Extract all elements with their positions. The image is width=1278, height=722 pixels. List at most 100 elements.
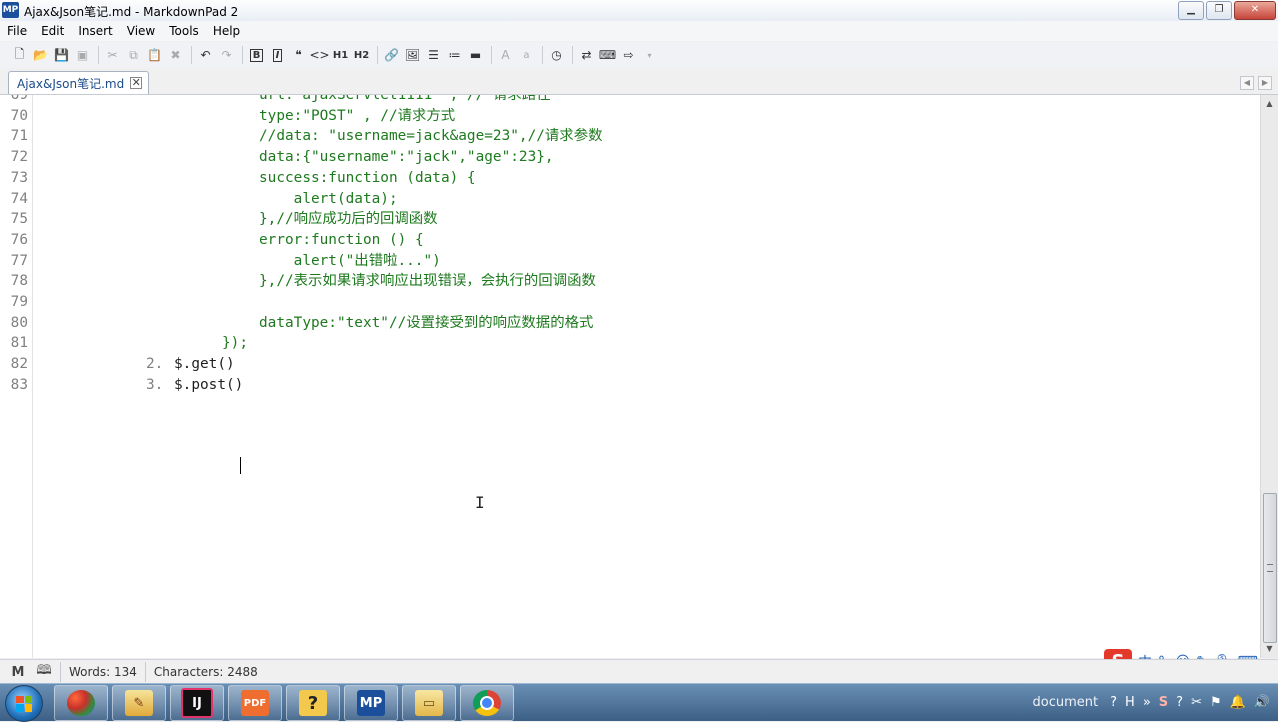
editor-line[interactable]: 79 bbox=[0, 292, 1250, 313]
line-text: },//表示如果请求响应出现错误，会执行的回调函数 bbox=[259, 273, 596, 290]
taskbar-intellij[interactable]: IJ bbox=[170, 685, 224, 721]
numbered-list-icon[interactable]: ≔ bbox=[445, 46, 464, 65]
heading2-button[interactable]: H2 bbox=[352, 46, 371, 65]
cut-icon[interactable]: ✂ bbox=[103, 46, 122, 65]
tools-tray-icon[interactable]: ✂ bbox=[1191, 695, 1202, 710]
undo-icon[interactable]: ↶ bbox=[196, 46, 215, 65]
menu-insert[interactable]: Insert bbox=[71, 24, 119, 38]
bullet-list-icon[interactable]: ☰ bbox=[424, 46, 443, 65]
uppercase-icon[interactable]: A bbox=[496, 46, 515, 65]
list-marker: 2. bbox=[146, 356, 164, 373]
taskbar-help[interactable]: ? bbox=[286, 685, 340, 721]
markdownpad-icon: MP bbox=[357, 690, 385, 716]
link-icon[interactable]: 🔗 bbox=[382, 46, 401, 65]
save-icon[interactable]: 💾 bbox=[52, 46, 71, 65]
line-number: 76 bbox=[10, 231, 28, 248]
code-icon[interactable]: <> bbox=[309, 46, 329, 65]
line-number: 71 bbox=[10, 128, 28, 145]
editor-line[interactable]: 83 3. $.post() bbox=[0, 375, 1250, 396]
editor-line[interactable]: 73 success:function (data) { bbox=[0, 168, 1250, 189]
markdown-mode-icon[interactable]: M bbox=[10, 665, 26, 680]
line-number: 69 bbox=[10, 95, 28, 103]
lowercase-icon[interactable]: a bbox=[517, 46, 536, 65]
bold-icon[interactable]: B bbox=[247, 46, 266, 65]
delete-icon[interactable]: ✖ bbox=[166, 46, 185, 65]
sogou-tray-icon[interactable]: S bbox=[1159, 695, 1168, 710]
tab-scroll-right-icon[interactable]: ▶ bbox=[1258, 76, 1272, 90]
horizontal-rule-icon[interactable]: ▬ bbox=[466, 46, 485, 65]
live-preview-icon[interactable]: ⌨ bbox=[598, 46, 617, 65]
menu-file[interactable]: File bbox=[0, 24, 34, 38]
editor-line[interactable]: 78},//表示如果请求响应出现错误，会执行的回调函数 bbox=[0, 271, 1250, 292]
taskbar-pdf[interactable]: PDF bbox=[228, 685, 282, 721]
minimize-button[interactable]: ▁ bbox=[1178, 1, 1204, 20]
redo-icon[interactable]: ↷ bbox=[217, 46, 236, 65]
status-divider bbox=[144, 662, 146, 682]
image-icon[interactable]: 🖼 bbox=[403, 46, 422, 65]
editor-line[interactable]: 74 alert(data); bbox=[0, 189, 1250, 210]
scroll-up-icon[interactable]: ▲ bbox=[1264, 97, 1275, 111]
explorer-icon: ▭ bbox=[415, 690, 443, 716]
intellij-icon: IJ bbox=[181, 688, 213, 718]
toolbar-divider bbox=[191, 46, 192, 64]
paste-icon[interactable]: 📋 bbox=[145, 46, 164, 65]
taskbar-colorful-app[interactable] bbox=[54, 685, 108, 721]
editor-line[interactable]: 72 data:{"username":"jack","age":23}, bbox=[0, 147, 1250, 168]
ime-tray-label[interactable]: H bbox=[1125, 695, 1135, 710]
menu-help[interactable]: Help bbox=[206, 24, 247, 38]
tab-ajax-json-notes[interactable]: Ajax&Json笔记.md ✕ bbox=[8, 71, 150, 94]
editor-line[interactable]: 70 type:"POST" , //请求方式 bbox=[0, 106, 1250, 127]
save-all-icon[interactable]: ▣ bbox=[73, 46, 92, 65]
question-tray-icon[interactable]: ? bbox=[1176, 695, 1183, 710]
editor-line[interactable]: 77 alert("出错啦...") bbox=[0, 251, 1250, 272]
word-count: Words: 134 bbox=[69, 665, 137, 679]
help-tray-icon[interactable]: ? bbox=[1110, 695, 1117, 710]
close-button[interactable]: ✕ bbox=[1234, 1, 1276, 20]
taskbar-paint[interactable]: ✎ bbox=[112, 685, 166, 721]
start-button[interactable] bbox=[5, 685, 43, 722]
timestamp-icon[interactable]: ◷ bbox=[547, 46, 566, 65]
copy-icon[interactable]: ⧉ bbox=[124, 46, 143, 65]
tray-expand-icon[interactable]: » bbox=[1143, 695, 1151, 710]
editor-line[interactable]: 81}); bbox=[0, 333, 1250, 354]
markdown-editor[interactable]: I 69 url:"ajaxServlet1111" , // 请求路径 70 typ… bbox=[0, 95, 1260, 658]
volume-icon[interactable]: 🔊 bbox=[1254, 695, 1270, 710]
export-icon[interactable]: ⇨ bbox=[619, 46, 638, 65]
menu-tools[interactable]: Tools bbox=[162, 24, 206, 38]
book-icon[interactable]: 🕮 bbox=[36, 661, 52, 683]
tab-navigation: ◀ ▶ bbox=[1240, 76, 1272, 90]
editor-line[interactable]: 76 error:function () { bbox=[0, 230, 1250, 251]
taskbar-chrome[interactable] bbox=[460, 685, 514, 721]
title-bar: MP Ajax&Json笔记.md - MarkdownPad 2 ▁ ❐ ✕ bbox=[0, 0, 1278, 22]
taskbar-markdownpad[interactable]: MP bbox=[344, 685, 398, 721]
new-file-icon[interactable]: 🗋 bbox=[10, 46, 29, 65]
line-number: 75 bbox=[10, 211, 28, 228]
ibeam-cursor-icon: I bbox=[475, 493, 485, 512]
line-number: 74 bbox=[10, 190, 28, 207]
editor-line[interactable]: 71 //data: "username=jack&age=23",//请求参数 bbox=[0, 126, 1250, 147]
preview-toggle-icon[interactable]: ⇄ bbox=[577, 46, 596, 65]
open-folder-icon[interactable]: 📂 bbox=[31, 46, 50, 65]
heading1-button[interactable]: H1 bbox=[331, 46, 350, 65]
scrollbar-thumb[interactable] bbox=[1263, 493, 1277, 643]
restore-button[interactable]: ❐ bbox=[1206, 1, 1232, 20]
quote-icon[interactable]: ❝ bbox=[289, 46, 308, 65]
line-text: $.get() bbox=[174, 356, 235, 373]
editor-line[interactable]: 82 2. $.get() bbox=[0, 354, 1250, 375]
editor-line[interactable]: 75},//响应成功后的回调函数 bbox=[0, 209, 1250, 230]
menu-edit[interactable]: Edit bbox=[34, 24, 71, 38]
editor-line[interactable]: 69 url:"ajaxServlet1111" , // 请求路径 bbox=[0, 95, 1250, 106]
vertical-scrollbar[interactable]: ▲ ▼ bbox=[1260, 95, 1278, 658]
document-tab-strip: Ajax&Json笔记.md ✕ ◀ ▶ bbox=[0, 68, 1278, 95]
toolbar-divider bbox=[572, 46, 573, 64]
menu-view[interactable]: View bbox=[120, 24, 162, 38]
flag-tray-icon[interactable]: ⚑ bbox=[1210, 695, 1222, 710]
line-text: alert(data); bbox=[259, 190, 398, 207]
toolbar-divider bbox=[491, 46, 492, 64]
editor-line[interactable]: 80 dataType:"text"//设置接受到的响应数据的格式 bbox=[0, 313, 1250, 334]
italic-icon[interactable]: I bbox=[268, 46, 287, 65]
tab-scroll-left-icon[interactable]: ◀ bbox=[1240, 76, 1254, 90]
notification-bell-icon[interactable]: 🔔 bbox=[1230, 695, 1246, 710]
tab-close-icon[interactable]: ✕ bbox=[130, 77, 143, 89]
taskbar-explorer[interactable]: ▭ bbox=[402, 685, 456, 721]
